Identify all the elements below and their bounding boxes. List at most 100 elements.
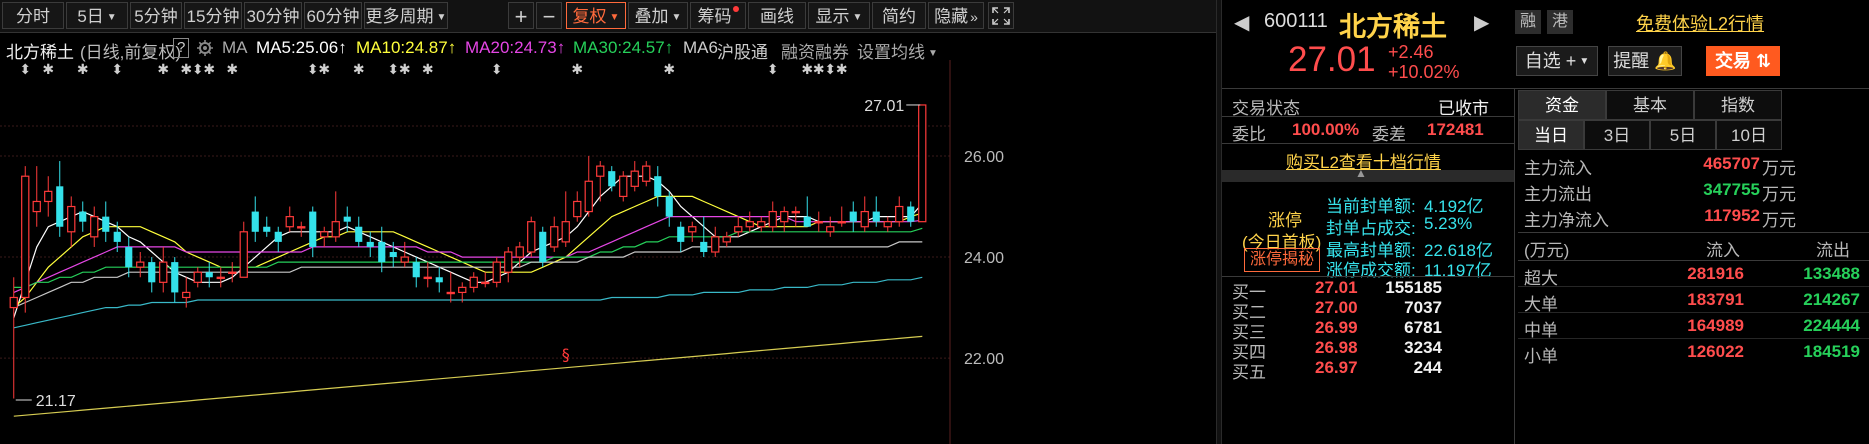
candle-body [469, 276, 478, 288]
divider [1518, 286, 1869, 287]
ma5-value: MA5:25.06 [256, 38, 339, 57]
candle-body [665, 196, 673, 217]
period-more[interactable]: 更多周期 ▼ [364, 2, 448, 29]
yincang-button[interactable]: 隐藏» [928, 2, 984, 29]
star-marker-icon: ✱ [42, 62, 54, 78]
huaxian-button[interactable]: 画线 [748, 2, 806, 29]
period-5min-label: 5分钟 [134, 7, 178, 26]
fullscreen-button[interactable] [988, 2, 1014, 29]
candle-body [435, 277, 443, 283]
stock-name: 北方稀土 [1339, 12, 1447, 42]
candle-body [584, 180, 593, 213]
kline-chart[interactable]: 26.0024.0022.00⬍ ✱ ✱ ⬍ ✱ ✱ ⬍ ✱ ✱ ⬍ ✱ ✱ ⬍ ✱ ✱ ⬍ ✱ ✱ ⬍ ✱ ✱ ⬍ ✱27… [0, 60, 1218, 444]
diejia-button[interactable]: 叠加 ▼ [628, 2, 688, 29]
candle-body [711, 236, 720, 253]
next-stock-icon[interactable]: ▶ [1474, 10, 1489, 35]
star-marker-icon: ✱ [571, 62, 583, 78]
arrow-up-icon: ↑ [338, 38, 347, 57]
fund-row-in: 281916 [1687, 264, 1744, 283]
star-marker-icon: ✱ [157, 62, 169, 78]
candle-body [677, 226, 685, 242]
zoom-out-button[interactable]: − [536, 2, 562, 29]
fund-row-label: 小单 [1524, 347, 1558, 366]
period-30min-label: 30分钟 [246, 7, 300, 26]
fund-row-out: 184519 [1803, 342, 1860, 361]
period-more-label: 更多周期 [365, 7, 434, 26]
trade-button[interactable]: 交易 ⇅ [1706, 46, 1780, 76]
caret-down-icon: ▼ [928, 48, 938, 60]
gear-icon[interactable] [196, 39, 214, 57]
star-marker-icon: ✱ [801, 62, 813, 78]
prev-stock-icon[interactable]: ◀ [1234, 10, 1249, 35]
candle-body [654, 176, 662, 197]
hk-tag-badge[interactable]: 港 [1547, 10, 1573, 34]
bid-price[interactable]: 26.98 [1315, 338, 1358, 358]
candle-body [527, 221, 536, 253]
chouma-button[interactable]: 筹码 [690, 2, 746, 29]
xianshi-button[interactable]: 显示 ▼ [808, 2, 870, 29]
period-5min[interactable]: 5分钟 [130, 2, 182, 29]
candle-body [446, 291, 455, 295]
caret-down-icon: ▼ [852, 12, 863, 24]
candle-body [400, 256, 409, 263]
plus-icon: + [514, 4, 528, 29]
divider [1222, 88, 1869, 89]
arrow-up-icon: ↑ [556, 38, 566, 57]
candle-body [343, 216, 351, 222]
candle-body [320, 231, 329, 238]
fuquan-button[interactable]: 复权 ▼ [566, 2, 626, 29]
tab-fund[interactable]: 资金 [1518, 90, 1606, 120]
bid-price[interactable]: 27.01 [1315, 278, 1358, 298]
swap-arrows-icon: ⇅ [1755, 51, 1772, 71]
margin-tag-badge[interactable]: 融 [1515, 10, 1541, 34]
l2-trial-link[interactable]: 免费体验L2行情 [1636, 10, 1764, 36]
star-marker-icon: ✱ [836, 62, 848, 78]
limitup-reveal-button[interactable]: 涨停揭秘 [1244, 248, 1320, 272]
period-15min[interactable]: 15分钟 [184, 2, 242, 29]
jianyue-button[interactable]: 简约 [872, 2, 926, 29]
candle-body [251, 211, 259, 232]
high-price-label: 27.01 [864, 98, 904, 115]
tab-period-5d[interactable]: 5日 [1650, 120, 1716, 150]
tab-index[interactable]: 指数 [1694, 90, 1782, 120]
bid-price[interactable]: 27.00 [1315, 298, 1358, 318]
add-watchlist-button[interactable]: 自选 + ▼ [1516, 46, 1598, 76]
candle-body [895, 205, 904, 223]
candle-body [21, 175, 30, 299]
zoom-in-button[interactable]: + [508, 2, 534, 29]
candle-body [159, 261, 168, 283]
candle-body [872, 211, 880, 222]
ma-label: MA [222, 38, 248, 57]
star-marker-icon: ✱ [203, 62, 215, 78]
candle-body [90, 216, 99, 238]
collapse-bar[interactable]: ▲ [1222, 166, 1514, 182]
candle-body [412, 262, 420, 278]
notification-dot-icon [732, 6, 739, 12]
event-marker-icon: § [562, 345, 570, 364]
period-30min[interactable]: 30分钟 [244, 2, 302, 29]
column-divider [1514, 88, 1515, 444]
candle-body [539, 231, 547, 263]
candle-body [285, 216, 294, 228]
candle-body [239, 231, 248, 278]
tab-period-3d[interactable]: 3日 [1584, 120, 1650, 150]
period-60min[interactable]: 60分钟 [304, 2, 362, 29]
weibi-label: 委比 [1232, 125, 1266, 144]
huaxian-label: 画线 [760, 7, 794, 26]
candle-body [619, 175, 628, 198]
flow-unit: 万元 [1762, 185, 1796, 204]
updown-marker-icon: ⬍ [307, 62, 319, 78]
period-fenshi[interactable]: 分时 [2, 2, 64, 29]
period-5day[interactable]: 5日 ▼ [66, 2, 128, 29]
bid-price[interactable]: 26.99 [1315, 318, 1358, 338]
alert-button[interactable]: 提醒 🔔 [1608, 46, 1682, 76]
candle-body [309, 211, 317, 247]
period-15min-label: 15分钟 [186, 7, 240, 26]
help-button[interactable]: ? [173, 38, 190, 58]
bid-price[interactable]: 26.97 [1315, 358, 1358, 378]
arrow-up-icon: ↑ [447, 38, 457, 57]
bid-volume: 7037 [1404, 298, 1442, 317]
tab-basic[interactable]: 基本 [1606, 90, 1694, 120]
tab-period-today[interactable]: 当日 [1518, 120, 1584, 150]
tab-period-10d[interactable]: 10日 [1716, 120, 1782, 150]
